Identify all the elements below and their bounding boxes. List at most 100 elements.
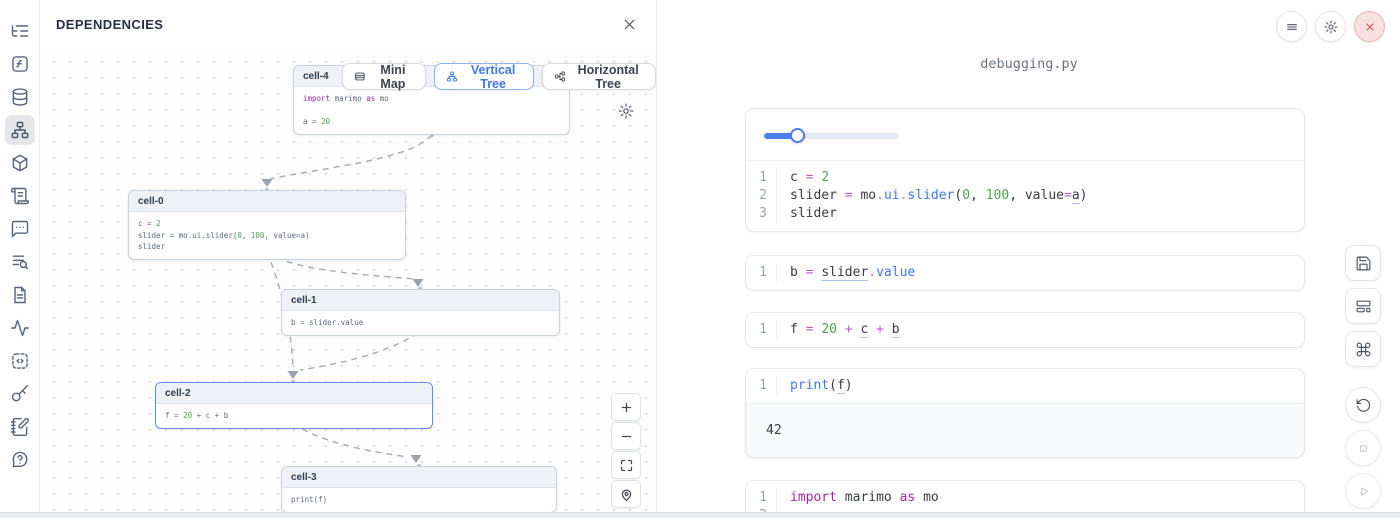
- minimap-icon: [354, 69, 366, 84]
- sidebar-item-help[interactable]: [5, 445, 35, 475]
- notebook-cell-f-cell[interactable]: 1f = 20 + c + b: [745, 312, 1305, 348]
- layout-select-button[interactable]: [1345, 288, 1381, 324]
- dependencies-panel: DEPENDENCIES cell-4import marimo as mo a…: [40, 0, 657, 512]
- line-number: 1: [746, 321, 777, 339]
- line-number: 1: [746, 489, 777, 507]
- sidebar-item-snippets[interactable]: [5, 346, 35, 376]
- sidebar-item-secrets[interactable]: [5, 379, 35, 409]
- graph-node-cell-0[interactable]: cell-0c = 2slider = mo.ui.slider(0, 100,…: [128, 190, 406, 260]
- close-icon: [621, 16, 638, 33]
- gear-icon: [617, 102, 635, 120]
- notebook-cell-print-cell[interactable]: 1print(f) 42: [745, 368, 1305, 458]
- sidebar-item-datasources[interactable]: [5, 82, 35, 112]
- sidebar-item-chat[interactable]: [5, 214, 35, 244]
- sidebar-item-tracing[interactable]: [5, 313, 35, 343]
- scratchpad-icon: [10, 417, 30, 437]
- cell-console-output: 42: [746, 403, 1304, 457]
- edge-arrowhead: [413, 279, 424, 287]
- view-button-vertical-tree[interactable]: Vertical Tree: [434, 63, 534, 90]
- activity-icon: [10, 318, 30, 338]
- window-controls: [1276, 11, 1385, 42]
- sidebar-item-outline[interactable]: [5, 280, 35, 310]
- fit-icon: [619, 458, 634, 473]
- cell-editor[interactable]: 1import marimo as mo2: [746, 481, 1304, 512]
- horizontal-tree-icon: [554, 69, 566, 84]
- line-number: 1: [746, 377, 777, 395]
- sidebar-item-file-tree[interactable]: [5, 16, 35, 46]
- run-all-button[interactable]: [1345, 473, 1381, 509]
- view-button-label: Horizontal Tree: [572, 63, 644, 91]
- activity-sidebar: [0, 0, 40, 512]
- minus-icon: [619, 429, 634, 444]
- code-line: 1print(f): [746, 377, 1304, 395]
- cell-editor[interactable]: 1c = 22slider = mo.ui.slider(0, 100, val…: [746, 161, 1304, 231]
- cell-editor[interactable]: 1f = 20 + c + b: [746, 313, 1304, 347]
- sidebar-item-variables[interactable]: [5, 49, 35, 79]
- play-icon: [1355, 483, 1372, 500]
- sidebar-item-logs[interactable]: [5, 247, 35, 277]
- cell-editor[interactable]: 1b = slider.value: [746, 256, 1304, 290]
- slider-thumb[interactable]: [790, 128, 805, 143]
- node-title: cell-1: [282, 290, 559, 311]
- undo-button[interactable]: [1345, 387, 1381, 423]
- notebook-cell-slider-cell[interactable]: 1c = 22slider = mo.ui.slider(0, 100, val…: [745, 108, 1305, 232]
- shutdown-button[interactable]: [1354, 11, 1385, 42]
- settings-button[interactable]: [1315, 11, 1346, 42]
- fit-view-button[interactable]: [611, 451, 641, 479]
- bottom-edge-strip: [0, 512, 1400, 518]
- view-button-label: Vertical Tree: [464, 63, 522, 91]
- graph-node-cell-2[interactable]: cell-2f = 20 + c + b: [155, 382, 433, 429]
- plus-icon: [619, 400, 634, 415]
- sidebar-item-packages[interactable]: [5, 148, 35, 178]
- view-button-mini-map[interactable]: Mini Map: [342, 63, 426, 90]
- graph-settings-button[interactable]: [617, 102, 635, 120]
- package-icon: [10, 153, 30, 173]
- line-number: 2: [746, 187, 777, 205]
- locate-icon: [619, 487, 634, 502]
- cell-editor[interactable]: 1print(f): [746, 369, 1304, 403]
- code-line: 1import marimo as mo: [746, 489, 1304, 507]
- keyboard-shortcuts-button[interactable]: [1345, 331, 1381, 367]
- gear-icon: [1323, 19, 1339, 35]
- undo-icon: [1355, 397, 1372, 414]
- graph-node-cell-1[interactable]: cell-1b = slider.value: [281, 289, 560, 336]
- line-number: 1: [746, 264, 777, 282]
- file-tree-icon: [10, 21, 30, 41]
- notebook-cell-import-cell[interactable]: 1import marimo as mo2: [745, 480, 1305, 512]
- sidebar-item-documentation[interactable]: [5, 181, 35, 211]
- edge-cell-4-to-cell-0: [270, 135, 432, 179]
- view-button-horizontal-tree[interactable]: Horizontal Tree: [542, 63, 656, 90]
- code-line: 1f = 20 + c + b: [746, 321, 1304, 339]
- panel-title: DEPENDENCIES: [56, 17, 163, 32]
- dependency-graph-canvas[interactable]: cell-4import marimo as mo a = 20cell-0c …: [40, 48, 656, 512]
- graph-node-cell-3[interactable]: cell-3print(f): [281, 466, 557, 512]
- line-number: 1: [746, 169, 777, 187]
- center-selection-button[interactable]: [611, 480, 641, 508]
- edge-arrowhead: [288, 371, 299, 379]
- notebook-action-toolbar: [1345, 245, 1381, 509]
- document-icon: [10, 285, 30, 305]
- zoom-out-button[interactable]: [611, 422, 641, 450]
- log-search-icon: [10, 252, 30, 272]
- cell-output-slider: [746, 109, 1304, 161]
- dependencies-icon: [10, 120, 30, 140]
- notebook-filename[interactable]: debugging.py: [658, 56, 1400, 72]
- node-code: b = slider.value: [282, 311, 559, 335]
- notebook-menu-button[interactable]: [1276, 11, 1307, 42]
- notebook-cell-b-cell[interactable]: 1b = slider.value: [745, 255, 1305, 291]
- node-code: print(f): [282, 488, 556, 512]
- vertical-tree-icon: [446, 69, 458, 84]
- database-icon: [10, 87, 30, 107]
- sidebar-item-dependencies[interactable]: [5, 115, 35, 145]
- slider-track[interactable]: [764, 133, 899, 139]
- save-button[interactable]: [1345, 245, 1381, 281]
- sidebar-item-scratchpad[interactable]: [5, 412, 35, 442]
- close-panel-button[interactable]: [621, 16, 638, 33]
- help-icon: [10, 450, 30, 470]
- node-title: cell-3: [282, 467, 556, 488]
- edge-cell-1-to-cell-2: [300, 333, 418, 370]
- zoom-in-button[interactable]: [611, 393, 641, 421]
- node-code: f = 20 + c + b: [156, 404, 432, 428]
- edge-arrowhead: [411, 455, 422, 463]
- stop-kernel-button[interactable]: [1345, 430, 1381, 466]
